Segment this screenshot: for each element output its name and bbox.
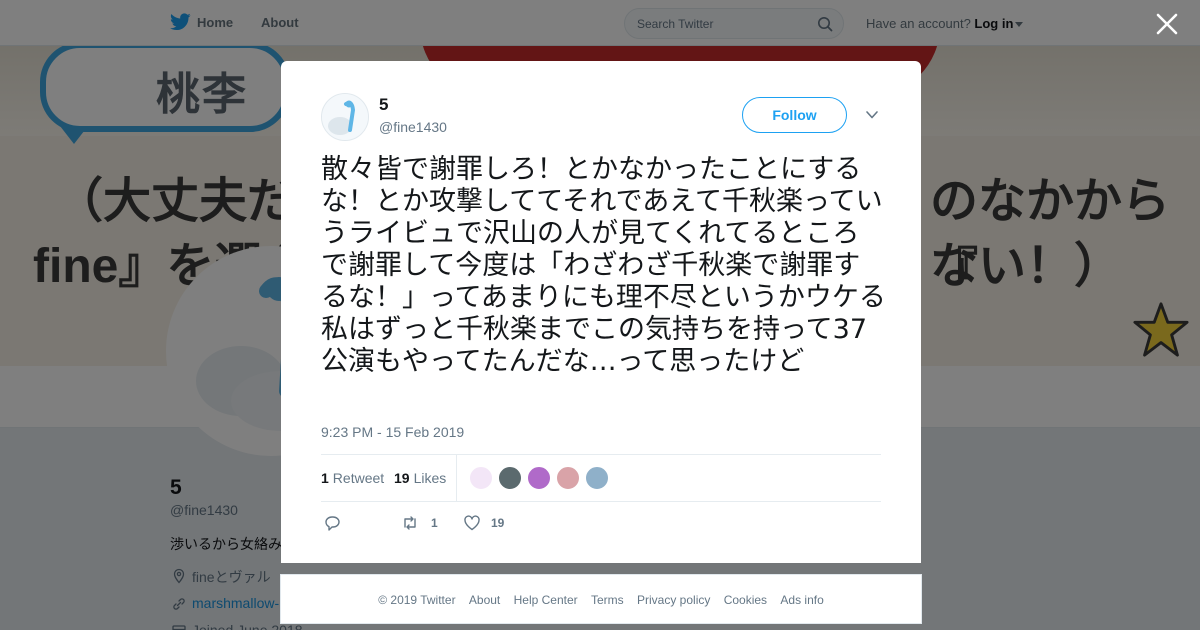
liker-avatar[interactable] <box>469 466 493 490</box>
retweet-label: Retweet <box>332 470 385 486</box>
liker-avatar[interactable] <box>556 466 580 490</box>
likes-stat[interactable]: 19 Likes <box>394 470 446 486</box>
close-icon[interactable] <box>1155 12 1179 36</box>
footer-cookies-link[interactable]: Cookies <box>724 593 767 607</box>
reply-icon[interactable] <box>323 514 341 532</box>
likes-label: Likes <box>413 470 447 486</box>
heart-icon[interactable] <box>463 514 481 532</box>
footer-links: © 2019 Twitter About Help Center Terms P… <box>281 593 921 607</box>
liker-avatar[interactable] <box>585 466 609 490</box>
retweet-stat[interactable]: 1 Retweet <box>321 470 384 486</box>
like-action-count: 19 <box>491 516 505 530</box>
tweet-avatar[interactable] <box>321 93 369 141</box>
retweet-count: 1 <box>321 470 329 486</box>
tweet-actions: 1 19 <box>321 511 881 535</box>
tweet-timestamp[interactable]: 9:23 PM - 15 Feb 2019 <box>321 424 464 440</box>
tweet-author-name[interactable]: 5 <box>379 95 388 115</box>
footer: © 2019 Twitter About Help Center Terms P… <box>280 574 922 624</box>
chevron-down-icon[interactable] <box>865 109 879 121</box>
footer-help-link[interactable]: Help Center <box>514 593 578 607</box>
footer-about-link[interactable]: About <box>469 593 500 607</box>
footer-terms-link[interactable]: Terms <box>591 593 624 607</box>
footer-privacy-link[interactable]: Privacy policy <box>637 593 710 607</box>
retweet-action-count: 1 <box>431 516 438 530</box>
liker-avatar[interactable] <box>498 466 522 490</box>
footer-ads-link[interactable]: Ads info <box>780 593 823 607</box>
tweet-stats: 1 Retweet 19 Likes <box>321 454 881 502</box>
avatar-image <box>322 94 368 140</box>
stats-divider <box>456 455 457 502</box>
tweet-modal: 5 @fine1430 Follow 散々皆で謝罪しろ！とかなかったことにするな… <box>281 61 921 563</box>
footer-copyright: © 2019 Twitter <box>378 593 456 607</box>
likes-count: 19 <box>394 470 410 486</box>
tweet-author-handle[interactable]: @fine1430 <box>379 119 447 135</box>
retweet-icon[interactable] <box>401 514 419 532</box>
liker-avatar[interactable] <box>527 466 551 490</box>
follow-button[interactable]: Follow <box>742 97 847 133</box>
tweet-text: 散々皆で謝罪しろ！とかなかったことにするな！とか攻撃しててそれであえて千秋楽って… <box>321 154 886 377</box>
